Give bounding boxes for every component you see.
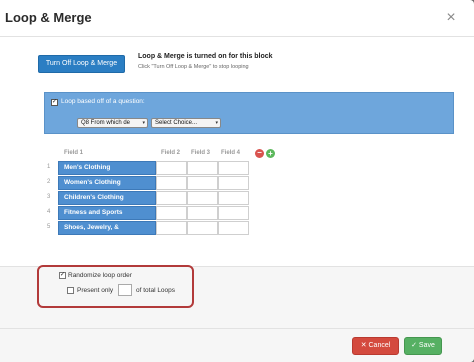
cancel-label: Cancel [368,342,391,349]
close-icon: ✕ [360,342,369,349]
row-number: 5 [47,224,51,230]
loop-field-3-cell[interactable] [187,176,218,190]
loop-field-4-cell[interactable] [218,191,249,205]
column-header-field-2: Field 2 [161,150,181,156]
randomize-label: Randomize loop order [68,272,132,279]
loop-field-3-cell[interactable] [187,221,218,235]
present-only-label: Present only [77,287,114,294]
loop-field-cell[interactable]: Women's Clothing [58,176,156,190]
loop-field-3-cell[interactable] [187,191,218,205]
column-header-field-4: Field 4 [221,150,241,156]
chevron-down-icon: ▾ [142,120,145,126]
loop-question-label: Loop based off of a question: [61,98,145,105]
loop-status-hint: Click "Turn Off Loop & Merge" to stop lo… [138,64,249,70]
loop-status-message: Loop & Merge is turned on for this block [138,53,273,60]
remove-column-icon[interactable]: − [255,149,264,158]
row-number: 3 [47,194,51,200]
choice-select-value: Select Choice... [155,120,198,126]
dialog-title: Loop & Merge [5,10,92,25]
present-only-checkbox[interactable] [67,287,74,294]
chevron-down-icon: ▾ [215,120,218,126]
column-header-field-3: Field 3 [191,150,211,156]
choice-select[interactable]: Select Choice... ▾ [151,118,221,128]
question-select-value: Q8 From which de [81,120,131,126]
add-column-icon[interactable]: + [266,149,275,158]
loop-field-cell[interactable]: Fitness and Sports [58,206,156,220]
randomize-checkbox[interactable]: ✓ [59,272,66,279]
close-icon[interactable]: × [440,7,462,29]
loop-field-2-cell[interactable] [156,191,187,205]
row-number: 2 [47,179,51,185]
loop-field-4-cell[interactable] [218,221,249,235]
loop-field-2-cell[interactable] [156,206,187,220]
loop-field-2-cell[interactable] [156,176,187,190]
present-only-count-input[interactable] [118,284,132,296]
loop-field-cell[interactable]: Shoes, Jewelry, & Accessories [58,221,156,243]
loop-field-cell[interactable]: Men's Clothing [58,161,156,175]
row-number: 1 [47,164,51,170]
dialog-header: Loop & Merge [0,0,474,37]
of-total-loops-label: of total Loops [136,287,176,294]
checkmark-icon: ✓ [411,342,419,349]
save-button[interactable]: ✓ Save [404,337,442,355]
loop-field-cell[interactable]: Children's Clothing [58,191,156,205]
loop-field-3-cell[interactable] [187,206,218,220]
loop-merge-dialog: Loop & Merge × Turn Off Loop & Merge Loo… [0,0,474,362]
loop-field-2-cell[interactable] [156,221,187,235]
loop-field-4-cell[interactable] [218,176,249,190]
row-number: 4 [47,209,51,215]
save-label: Save [418,342,435,349]
turn-off-loop-merge-button[interactable]: Turn Off Loop & Merge [38,55,125,73]
cancel-button[interactable]: ✕ Cancel [352,337,399,355]
column-header-field-1: Field 1 [64,150,84,156]
loop-field-2-cell[interactable] [156,161,187,175]
loop-field-4-cell[interactable] [218,161,249,175]
loop-field-3-cell[interactable] [187,161,218,175]
question-select[interactable]: Q8 From which de ▾ [77,118,148,128]
loop-field-4-cell[interactable] [218,206,249,220]
footer-divider [0,328,474,329]
loop-question-checkbox[interactable]: ✓ [51,99,58,106]
loop-question-panel: ✓ Loop based off of a question: Q8 From … [44,92,454,134]
